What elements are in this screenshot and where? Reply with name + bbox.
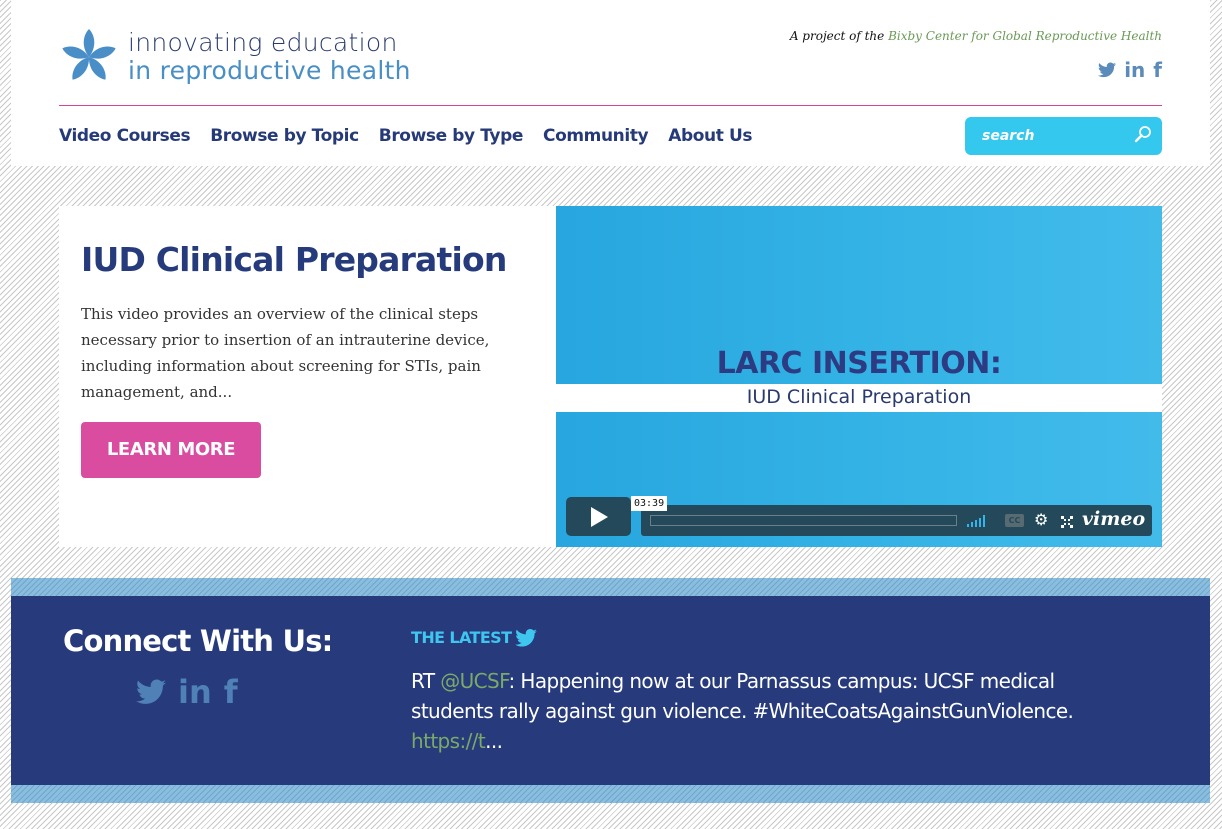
search-input[interactable] — [982, 128, 1122, 144]
feature-description: This video provides an overview of the c… — [81, 305, 490, 401]
search-icon[interactable] — [1134, 125, 1152, 147]
site-logo[interactable]: innovating education in reproductive hea… — [59, 27, 411, 87]
site-footer: Connect With Us: in f THE LATEST RT @UCS… — [11, 596, 1210, 785]
nav-about-us[interactable]: About Us — [668, 126, 752, 146]
page-shell: innovating education in reproductive hea… — [11, 0, 1210, 829]
linkedin-icon[interactable]: in — [178, 674, 212, 710]
learn-more-button[interactable]: LEARN MORE — [81, 422, 261, 478]
header-social-links: in f — [1098, 58, 1162, 82]
tweet-body: : Happening now at our Parnassus campus:… — [411, 669, 1074, 723]
play-icon — [590, 506, 608, 527]
facebook-icon[interactable]: f — [224, 674, 238, 710]
feature-title: IUD Clinical Preparation — [81, 240, 507, 279]
feature-text: IUD Clinical Preparation This video prov… — [81, 240, 511, 478]
video-player[interactable]: LARC INSERTION: IUD Clinical Preparation… — [556, 206, 1162, 547]
tagline: A project of the Bixby Center for Global… — [790, 29, 1162, 43]
nav-browse-by-type[interactable]: Browse by Type — [379, 126, 524, 146]
progress-bar[interactable] — [650, 515, 957, 526]
timecode-tooltip: 03:39 — [631, 496, 668, 511]
cc-button[interactable]: CC — [1005, 514, 1024, 527]
volume-icon[interactable] — [967, 515, 985, 527]
facebook-icon[interactable]: f — [1153, 58, 1162, 82]
main-nav: Video Courses Browse by Topic Browse by … — [59, 126, 753, 146]
tweet-handle-link[interactable]: @UCSF — [440, 669, 509, 693]
header-divider — [59, 105, 1162, 106]
twitter-icon[interactable] — [136, 679, 166, 705]
twitter-icon[interactable] — [1098, 62, 1117, 78]
fullscreen-icon[interactable] — [1061, 513, 1073, 532]
search-box — [965, 117, 1162, 155]
video-subtitle-text: IUD Clinical Preparation — [746, 386, 972, 408]
site-header: innovating education in reproductive hea… — [11, 0, 1210, 166]
bixby-center-link[interactable]: Bixby Center for Global Reproductive Hea… — [888, 29, 1162, 43]
latest-tweet: RT @UCSF: Happening now at our Parnassus… — [411, 666, 1111, 756]
latest-heading: THE LATEST — [411, 628, 538, 647]
footer-social-links: in f — [136, 674, 238, 710]
tweet-prefix: RT — [411, 669, 441, 693]
linkedin-icon[interactable]: in — [1124, 58, 1145, 82]
footer-bottom-band — [11, 785, 1210, 803]
nav-community[interactable]: Community — [543, 126, 649, 146]
latest-label: THE LATEST — [411, 628, 512, 647]
logo-line-2: in reproductive health — [128, 56, 411, 85]
tagline-prefix: A project of the — [789, 29, 889, 43]
play-button[interactable] — [566, 497, 631, 536]
featured-video-card: IUD Clinical Preparation This video prov… — [59, 206, 1162, 547]
nav-video-courses[interactable]: Video Courses — [59, 126, 191, 146]
twitter-icon — [515, 628, 538, 647]
tweet-url-link[interactable]: https://t — [411, 729, 486, 753]
connect-title: Connect With Us: — [63, 624, 333, 658]
settings-gear-icon[interactable]: ⚙ — [1034, 512, 1048, 528]
tweet-ellipsis: ... — [485, 729, 503, 753]
footer-top-band — [11, 578, 1210, 596]
video-controls-bar: CC ⚙ vimeo — [641, 505, 1152, 536]
video-title-text: LARC INSERTION: — [716, 346, 1002, 381]
vimeo-logo[interactable]: vimeo — [1082, 508, 1145, 530]
logo-line-1: innovating education — [128, 28, 398, 57]
flower-logo-icon — [62, 29, 116, 80]
nav-browse-by-topic[interactable]: Browse by Topic — [210, 126, 359, 146]
